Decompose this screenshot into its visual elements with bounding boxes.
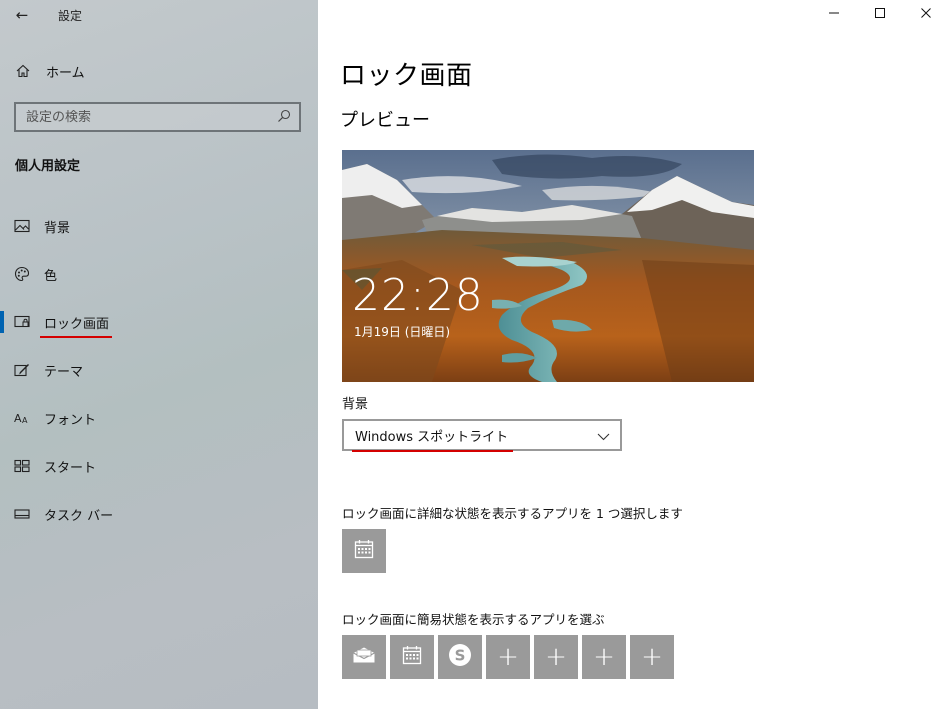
svg-text:S: S — [455, 647, 466, 665]
calendar-icon — [354, 539, 374, 563]
plus-icon: + — [545, 642, 567, 672]
main-content: ロック画面 プレビュー 22:28 1月19日 (日曜日) 背景 Windows… — [340, 0, 940, 709]
home-label: ホーム — [46, 65, 85, 81]
home-icon — [0, 64, 44, 78]
preview-date: 1月19日 (日曜日) — [354, 325, 451, 339]
sidebar-item-label: フォント — [44, 412, 97, 428]
background-dropdown[interactable]: Windows スポットライト — [342, 419, 622, 452]
taskbar-icon — [0, 508, 44, 520]
palette-icon — [0, 266, 44, 282]
search-box[interactable] — [14, 102, 301, 132]
sidebar-item-background[interactable]: 背景 — [0, 202, 318, 250]
back-arrow-icon: ← — [15, 6, 29, 24]
svg-text:A: A — [22, 416, 28, 425]
landscape-image — [342, 150, 754, 382]
detailed-status-label: ロック画面に詳細な状態を表示するアプリを 1 つ選択します — [342, 506, 683, 521]
plus-icon: + — [593, 642, 615, 672]
quick-status-app-skype[interactable]: S — [438, 635, 482, 679]
sidebar: ← 設定 ホーム 個人用設定 背景 色 — [0, 0, 318, 709]
sidebar-item-taskbar[interactable]: タスク バー — [0, 490, 318, 538]
lock-screen-preview: 22:28 1月19日 (日曜日) — [342, 150, 754, 382]
search-icon[interactable] — [277, 108, 291, 127]
preview-heading: プレビュー — [340, 110, 430, 131]
title-bar: ← 設定 — [0, 0, 318, 30]
font-icon: AA — [0, 411, 44, 425]
back-button[interactable]: ← — [0, 0, 44, 30]
sidebar-item-theme[interactable]: テーマ — [0, 346, 318, 394]
quick-status-app-calendar[interactable] — [390, 635, 434, 679]
search-input[interactable] — [26, 109, 256, 125]
sidebar-item-label: 背景 — [44, 220, 71, 236]
page-title: ロック画面 — [340, 61, 473, 91]
sidebar-item-label: タスク バー — [44, 508, 114, 524]
section-title: 個人用設定 — [15, 159, 81, 174]
background-dropdown-value: Windows スポットライト — [351, 426, 514, 452]
lock-screen-icon — [0, 315, 44, 329]
sidebar-item-label: テーマ — [44, 364, 84, 380]
sidebar-item-label: スタート — [44, 460, 97, 476]
picture-icon — [0, 219, 44, 233]
quick-status-add-button[interactable]: + — [582, 635, 626, 679]
sidebar-item-label: ロック画面 — [39, 313, 113, 338]
detailed-status-app-button[interactable] — [342, 529, 386, 573]
mail-icon — [352, 646, 376, 668]
quick-status-add-button[interactable]: + — [630, 635, 674, 679]
sidebar-item-start[interactable]: スタート — [0, 442, 318, 490]
quick-status-add-button[interactable]: + — [534, 635, 578, 679]
sidebar-item-lock-screen[interactable]: ロック画面 — [0, 298, 318, 346]
sidebar-item-label: 色 — [44, 268, 58, 284]
quick-status-add-button[interactable]: + — [486, 635, 530, 679]
sidebar-item-home[interactable]: ホーム — [0, 56, 318, 86]
preview-time: 22:28 — [352, 270, 484, 321]
svg-text:A: A — [14, 412, 22, 425]
plus-icon: + — [641, 642, 663, 672]
plus-icon: + — [497, 642, 519, 672]
start-icon — [0, 459, 44, 473]
calendar-icon — [402, 645, 422, 669]
active-indicator — [0, 311, 4, 333]
app-title: 設定 — [58, 8, 83, 23]
background-label: 背景 — [342, 397, 369, 412]
quick-status-label: ロック画面に簡易状態を表示するアプリを選ぶ — [342, 612, 605, 627]
chevron-down-icon — [597, 426, 610, 445]
quick-status-app-mail[interactable] — [342, 635, 386, 679]
sidebar-nav: 背景 色 ロック画面 テーマ AA フォント スタート タスク バー — [0, 202, 318, 538]
sidebar-item-font[interactable]: AA フォント — [0, 394, 318, 442]
skype-icon: S — [447, 642, 473, 672]
sidebar-item-color[interactable]: 色 — [0, 250, 318, 298]
theme-icon — [0, 363, 44, 378]
